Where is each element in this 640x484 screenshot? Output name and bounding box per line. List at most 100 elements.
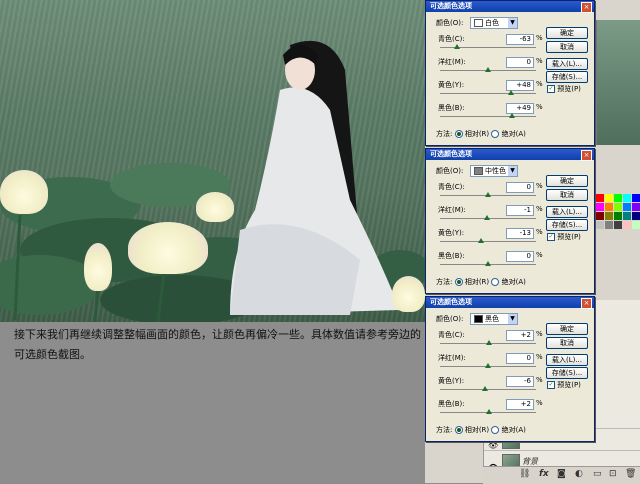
slider-label: 洋红(M): [438, 206, 466, 214]
slider-value-input[interactable]: -6 [506, 376, 534, 387]
swatch[interactable] [605, 221, 613, 229]
swatch[interactable] [614, 221, 622, 229]
link-icon[interactable]: ⛓ [519, 469, 530, 479]
cancel-button[interactable]: 取消 [546, 41, 588, 53]
mask-icon[interactable]: ◙ [557, 469, 566, 479]
swatch[interactable] [632, 203, 640, 211]
swatch[interactable] [596, 221, 604, 229]
swatch[interactable] [596, 212, 604, 220]
slider-knob[interactable] [485, 261, 491, 266]
slider-track[interactable] [440, 116, 536, 117]
color-slider: 黑色(B): 0% [438, 251, 543, 275]
swatch[interactable] [614, 212, 622, 220]
close-icon[interactable]: × [581, 2, 592, 13]
slider-knob[interactable] [485, 363, 491, 368]
chevron-down-icon[interactable]: ▼ [508, 18, 517, 28]
swatch[interactable] [596, 203, 604, 211]
slider-knob[interactable] [485, 340, 492, 345]
slider-value-input[interactable]: +2 [506, 330, 534, 341]
swatch[interactable] [605, 203, 613, 211]
close-icon[interactable]: × [581, 298, 592, 309]
fx-icon[interactable]: fx [539, 469, 549, 479]
slider-knob[interactable] [454, 44, 461, 49]
swatch[interactable] [632, 194, 640, 202]
relative-radio[interactable] [454, 130, 463, 138]
color-slider: 青色(C): +2% [438, 330, 543, 354]
slider-label: 洋红(M): [438, 58, 466, 66]
slider-value-input[interactable]: +2 [506, 399, 534, 410]
slider-knob[interactable] [485, 67, 491, 72]
slider-knob[interactable] [509, 113, 515, 118]
absolute-radio[interactable] [491, 130, 500, 138]
swatch[interactable] [623, 194, 631, 202]
load-button[interactable]: 载入(L)... [546, 206, 588, 218]
swatch[interactable] [605, 212, 613, 220]
slider-knob[interactable] [485, 409, 492, 414]
lotus-flower [392, 276, 425, 312]
color-select[interactable]: 白色 ▼ [470, 17, 518, 29]
ok-button[interactable]: 确定 [546, 27, 588, 39]
slider-knob[interactable] [485, 192, 491, 197]
percent-sign: % [536, 80, 543, 88]
load-button[interactable]: 载入(L)... [546, 58, 588, 70]
preview-checkbox[interactable]: ✓ 预览(P) [547, 380, 581, 390]
preview-checkbox[interactable]: ✓ 预览(P) [547, 84, 581, 94]
absolute-radio[interactable] [491, 426, 500, 434]
swatch[interactable] [596, 194, 604, 202]
new-layer-icon[interactable]: ⊡ [609, 469, 617, 479]
checkbox-icon[interactable]: ✓ [547, 233, 555, 241]
slider-knob[interactable] [482, 386, 489, 391]
slider-label: 黄色(Y): [438, 81, 465, 89]
color-slider: 黄色(Y): -6% [438, 376, 543, 400]
slider-value-input[interactable]: 0 [506, 57, 534, 68]
cancel-button[interactable]: 取消 [546, 189, 588, 201]
chevron-down-icon[interactable]: ▼ [508, 166, 517, 176]
swatch[interactable] [605, 194, 613, 202]
color-select[interactable]: 中性色 ▼ [470, 165, 518, 177]
swatch[interactable] [623, 203, 631, 211]
slider-value-input[interactable]: 0 [506, 251, 534, 262]
swatch[interactable] [632, 212, 640, 220]
swatches-panel [596, 194, 640, 242]
preview-label: 预览(P) [557, 85, 581, 93]
slider-value-input[interactable]: -13 [506, 228, 534, 239]
relative-radio[interactable] [454, 278, 463, 286]
cancel-button[interactable]: 取消 [546, 337, 588, 349]
preview-label: 预览(P) [557, 233, 581, 241]
lotus-flower [128, 222, 208, 274]
save-button[interactable]: 存储(S)... [546, 71, 588, 83]
slider-value-input[interactable]: 0 [506, 353, 534, 364]
swatch[interactable] [614, 194, 622, 202]
group-icon[interactable]: ▭ [593, 469, 602, 479]
save-button[interactable]: 存储(S)... [546, 367, 588, 379]
swatch[interactable] [614, 203, 622, 211]
slider-value-input[interactable]: 0 [506, 182, 534, 193]
slider-track[interactable] [440, 241, 536, 242]
color-select[interactable]: 黑色 ▼ [470, 313, 518, 325]
checkbox-icon[interactable]: ✓ [547, 85, 555, 93]
color-select-value: 中性色 [485, 167, 506, 175]
slider-track[interactable] [440, 93, 536, 94]
slider-knob[interactable] [478, 238, 485, 243]
swatch[interactable] [632, 221, 640, 229]
slider-value-input[interactable]: -63 [506, 34, 534, 45]
preview-checkbox[interactable]: ✓ 预览(P) [547, 232, 581, 242]
relative-radio[interactable] [454, 426, 463, 434]
ok-button[interactable]: 确定 [546, 175, 588, 187]
swatch[interactable] [623, 221, 631, 229]
load-button[interactable]: 载入(L)... [546, 354, 588, 366]
close-icon[interactable]: × [581, 150, 592, 161]
slider-knob[interactable] [508, 90, 515, 95]
slider-value-input[interactable]: -1 [506, 205, 534, 216]
slider-knob[interactable] [484, 215, 491, 220]
chevron-down-icon[interactable]: ▼ [508, 314, 517, 324]
adjustment-icon[interactable]: ◐ [575, 469, 583, 479]
ok-button[interactable]: 确定 [546, 323, 588, 335]
absolute-radio[interactable] [491, 278, 500, 286]
swatch[interactable] [623, 212, 631, 220]
slider-label: 黑色(B): [438, 104, 465, 112]
trash-icon[interactable]: 🗑 [625, 469, 636, 479]
save-button[interactable]: 存储(S)... [546, 219, 588, 231]
method-group: 方法: 相对(R) 绝对(A) [436, 277, 526, 287]
checkbox-icon[interactable]: ✓ [547, 381, 555, 389]
